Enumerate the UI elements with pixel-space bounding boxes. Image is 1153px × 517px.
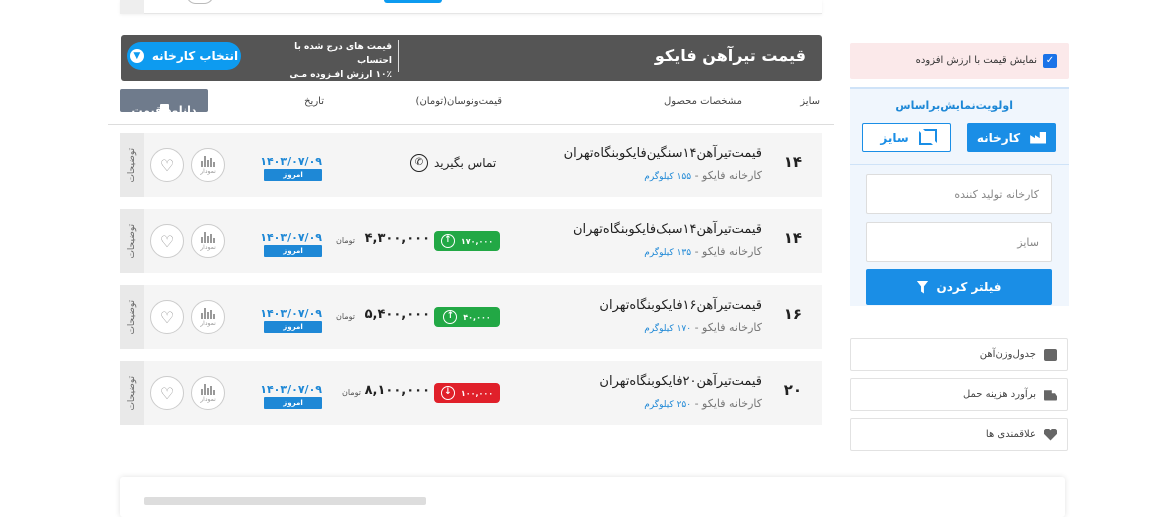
bar-chart-icon	[201, 231, 215, 243]
vat-checkbox[interactable]: ✓	[1043, 54, 1057, 68]
details-toggle[interactable]: توضیحات	[120, 285, 144, 349]
favorites-link[interactable]: علاقمندی ها	[850, 418, 1068, 451]
heart-icon	[1044, 428, 1057, 441]
today-badge: امروز	[264, 245, 322, 257]
product-size: ۱۶	[783, 305, 802, 323]
size-input[interactable]	[866, 222, 1052, 262]
arrow-down-icon: ↓	[440, 386, 455, 400]
next-section-card	[120, 477, 1065, 517]
product-name[interactable]: قیمت‌تیرآهن۲۰فایکوبنگاه‌تهران	[599, 374, 762, 389]
previous-table-card	[120, 0, 822, 14]
price-unit: تومان	[336, 312, 355, 321]
weight-icon	[1044, 348, 1057, 361]
column-spec: مشخصات محصول	[664, 96, 742, 107]
arrow-up-icon: ↑	[440, 234, 455, 248]
heart-icon: ♡	[159, 231, 175, 251]
details-toggle[interactable]: توضیحات	[120, 361, 144, 425]
product-name[interactable]: قیمت‌تیرآهن۱۴سبک‌فایکوبنگاه‌تهران	[573, 222, 762, 237]
today-badge: امروز	[264, 397, 322, 409]
product-meta: کارخانه فایکو - ۱۵۵ کیلوگرم	[644, 169, 762, 182]
details-toggle[interactable]: توضیحات	[120, 209, 144, 273]
price-date: ۱۴۰۳/۰۷/۰۹ امروز	[260, 383, 322, 409]
product-meta: کارخانه فایکو - ۲۵۰ کیلوگرم	[644, 397, 762, 410]
column-price: قیمت‌ونوسان(تومان)	[415, 96, 502, 107]
table-row: توضیحات ♡ نمودار ۱۴۰۳/۰۷/۰۹ امروز ۱۰۰,۰۰…	[120, 361, 822, 425]
chart-button[interactable]: نمودار	[191, 376, 225, 410]
favorite-button[interactable]: ♡	[150, 224, 184, 258]
vat-checkbox-label: نمایش قیمت با ارزش افزوده	[915, 55, 1037, 66]
truck-icon	[1044, 390, 1057, 401]
bar-chart-icon	[201, 307, 215, 319]
chart-button[interactable]: نمودار	[191, 224, 225, 258]
table-row: توضیحات ♡ نمودار ۱۴۰۳/۰۷/۰۹ امروز ۱۷۰,۰۰…	[120, 209, 822, 273]
download-file-icon	[159, 104, 169, 115]
arrow-up-icon: ↑	[443, 310, 458, 324]
priority-size-tab[interactable]: سایز	[862, 123, 951, 152]
price-table-header: قیمت تیرآهن فایکو قیمت های درج شده با اح…	[121, 35, 822, 94]
product-name[interactable]: قیمت‌تیرآهن۱۴سنگین‌فایکوبنگاه‌تهران	[564, 146, 762, 161]
download-price-button[interactable]: دانلود قیمت	[120, 89, 208, 117]
details-toggle[interactable]: توضیحات	[120, 133, 144, 197]
priority-title: اولویت‌نمایش‌براساس	[895, 99, 1013, 112]
select-factory-button[interactable]: انتخاب کارخانه ▼	[127, 42, 241, 70]
price-unit: تومان	[336, 236, 355, 245]
product-meta: کارخانه فایکو - ۱۷۰ کیلوگرم	[644, 321, 762, 334]
chart-button[interactable]: نمودار	[191, 148, 225, 182]
shipping-cost-link[interactable]: برآورد هزینه حمل	[850, 378, 1068, 411]
today-badge: امروز	[264, 169, 322, 181]
filter-panel: اولویت‌نمایش‌براساس کارخانه سایز فیلتر ک…	[850, 87, 1069, 306]
chevron-down-icon: ▼	[129, 49, 144, 63]
price-unit: تومان	[342, 388, 361, 397]
heart-icon: ♡	[159, 155, 175, 175]
bar-chart-icon	[201, 155, 215, 167]
favorite-button[interactable]: ♡	[150, 148, 184, 182]
bar-chart-icon	[201, 383, 215, 395]
contact-us-link[interactable]: تماس بگیرید ✆	[410, 154, 496, 172]
table-row: توضیحات ♡ نمودار ۱۴۰۳/۰۷/۰۹ امروز تماس ب…	[120, 133, 822, 197]
product-name[interactable]: قیمت‌تیرآهن۱۶فایکوبنگاه‌تهران	[599, 298, 762, 313]
today-badge: امروز	[264, 321, 322, 333]
chart-button[interactable]: نمودار	[191, 300, 225, 334]
weight-table-link[interactable]: جدول‌وزن‌آهن	[850, 338, 1068, 371]
table-row: توضیحات ♡ نمودار ۱۴۰۳/۰۷/۰۹ امروز ۴۰,۰۰۰…	[120, 285, 822, 349]
product-size: ۱۴	[783, 153, 802, 171]
producer-input[interactable]	[866, 174, 1052, 214]
heart-icon: ♡	[159, 383, 175, 403]
page-title: قیمت تیرآهن فایکو	[654, 46, 806, 65]
heart-icon: ♡	[159, 307, 175, 327]
filter-button[interactable]: فیلتر کردن	[866, 269, 1052, 305]
product-meta: کارخانه فایکو - ۱۳۵ کیلوگرم	[644, 245, 762, 258]
vat-checkbox-row[interactable]: ✓ نمایش قیمت با ارزش افزوده	[850, 43, 1069, 79]
table-column-header: سایز مشخصات محصول قیمت‌ونوسان(تومان) تار…	[108, 81, 834, 125]
product-size: ۲۰	[783, 381, 802, 399]
vat-note: قیمت های درج شده با احتساب ۱۰٪ ارزش افـز…	[259, 40, 399, 94]
price-value: ۵,۴۰۰,۰۰۰	[364, 307, 430, 322]
column-size: سایز	[800, 96, 820, 107]
price-date: ۱۴۰۳/۰۷/۰۹ امروز	[260, 231, 322, 257]
price-change-badge: ۱۷۰,۰۰۰ ↑	[434, 231, 500, 251]
favorite-button[interactable]: ♡	[150, 376, 184, 410]
crop-icon	[918, 128, 937, 145]
factory-icon	[1030, 131, 1047, 144]
price-date: ۱۴۰۳/۰۷/۰۹ امروز	[260, 155, 322, 181]
price-change-badge: ۴۰,۰۰۰ ↑	[434, 307, 500, 327]
price-date: ۱۴۰۳/۰۷/۰۹ امروز	[260, 307, 322, 333]
favorite-button[interactable]: ♡	[150, 300, 184, 334]
price-change-badge: ۱۰۰,۰۰۰ ↓	[434, 383, 500, 403]
column-date: تاریخ	[304, 96, 324, 107]
funnel-icon	[916, 280, 929, 294]
price-value: ۸,۱۰۰,۰۰۰	[364, 383, 430, 398]
priority-factory-tab[interactable]: کارخانه	[967, 123, 1056, 152]
phone-icon: ✆	[410, 154, 428, 172]
product-size: ۱۴	[783, 229, 802, 247]
price-value: ۴,۳۰۰,۰۰۰	[364, 231, 430, 246]
